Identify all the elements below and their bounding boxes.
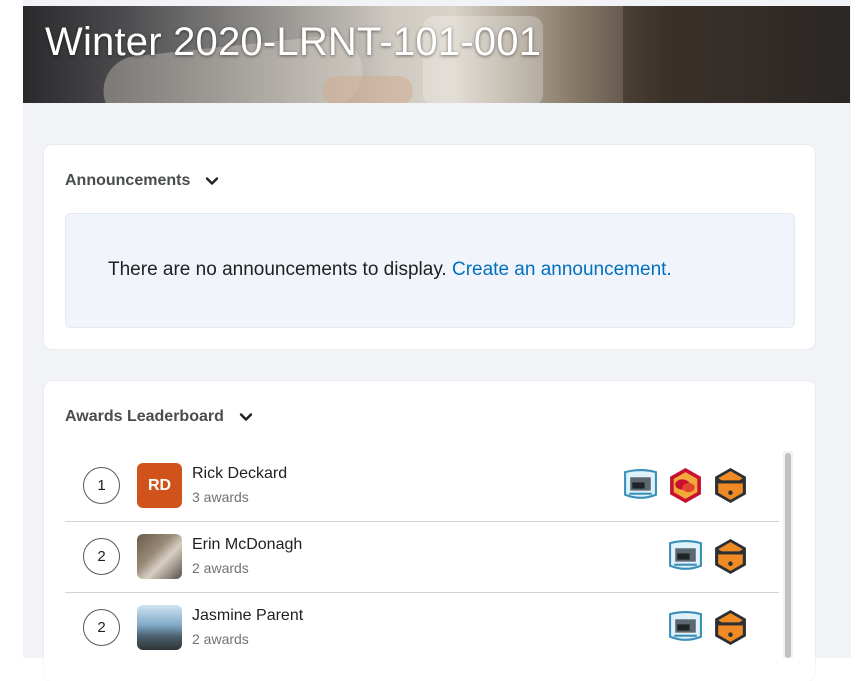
- announcements-header[interactable]: Announcements: [65, 172, 220, 190]
- hexagon-badge-icon[interactable]: [712, 467, 749, 504]
- create-announcement-link[interactable]: Create an announcement.: [452, 259, 672, 280]
- empty-message: There are no announcements to display.: [108, 259, 447, 280]
- awards-leaderboard-widget: Awards Leaderboard 1 RD Rick Deckard 3 a…: [44, 381, 815, 681]
- leaderboard-row: 2 Jasmine Parent 2 awards: [65, 593, 779, 663]
- leaderboard-row: 2 Erin McDonagh 2 awards: [65, 522, 779, 593]
- announcements-widget: Announcements There are no announcements…: [44, 145, 815, 349]
- screen-badge-icon[interactable]: [667, 538, 704, 575]
- avatar: RD: [137, 463, 182, 508]
- awards-header[interactable]: Awards Leaderboard: [65, 408, 254, 426]
- course-title: Winter 2020-LRNT-101-001: [45, 20, 542, 64]
- avatar: [137, 605, 182, 650]
- screen-badge-icon[interactable]: [667, 609, 704, 646]
- award-badges: [667, 609, 749, 646]
- award-count: 2 awards: [192, 560, 249, 576]
- course-banner: Winter 2020-LRNT-101-001: [23, 6, 850, 103]
- screen-badge-icon[interactable]: [622, 467, 659, 504]
- user-name[interactable]: Erin McDonagh: [192, 536, 302, 554]
- chevron-down-icon[interactable]: [238, 409, 254, 425]
- rank-badge: 2: [83, 538, 120, 575]
- award-badges: [622, 467, 749, 504]
- leaderboard-scrollbar[interactable]: [783, 451, 793, 658]
- avatar: [137, 534, 182, 579]
- leaderboard-row: 1 RD Rick Deckard 3 awards: [65, 451, 779, 522]
- award-count: 2 awards: [192, 631, 249, 647]
- announcements-title: Announcements: [65, 172, 191, 189]
- rank-badge: 1: [83, 467, 120, 504]
- announcements-empty-text: There are no announcements to display. C…: [108, 259, 672, 281]
- chat-bubble-badge-icon[interactable]: [667, 467, 704, 504]
- scrollbar-thumb[interactable]: [785, 453, 791, 658]
- rank-badge: 2: [83, 609, 120, 646]
- chevron-down-icon[interactable]: [204, 173, 220, 189]
- award-badges: [667, 538, 749, 575]
- leaderboard-list: 1 RD Rick Deckard 3 awards 2 Erin McDona…: [65, 451, 779, 663]
- user-name[interactable]: Rick Deckard: [192, 465, 287, 483]
- user-name[interactable]: Jasmine Parent: [192, 607, 303, 625]
- award-count: 3 awards: [192, 489, 249, 505]
- announcements-empty-notice: There are no announcements to display. C…: [65, 213, 795, 328]
- awards-title: Awards Leaderboard: [65, 408, 224, 425]
- hexagon-badge-icon[interactable]: [712, 609, 749, 646]
- hexagon-badge-icon[interactable]: [712, 538, 749, 575]
